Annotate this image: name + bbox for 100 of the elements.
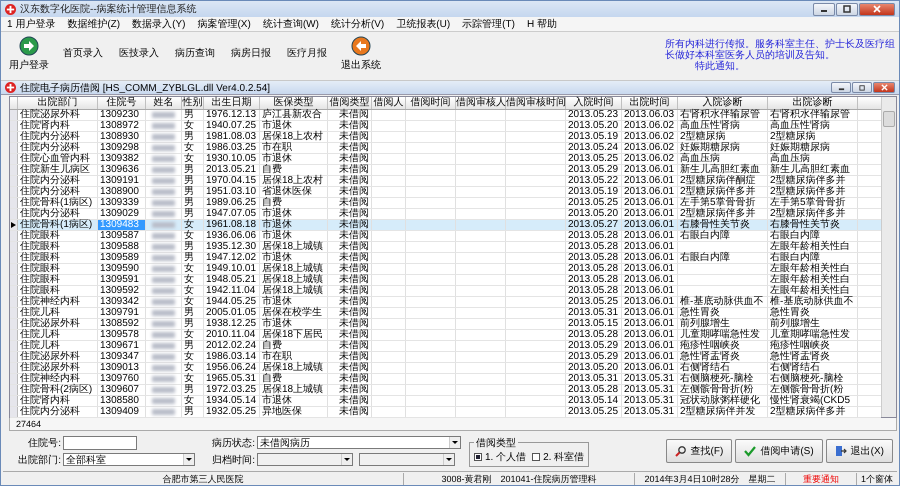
checkbox-option[interactable]: 1. 个人借: [474, 450, 526, 464]
menu-item[interactable]: 数据录入(Y): [132, 17, 186, 31]
login-button[interactable]: 用户登录: [5, 36, 53, 72]
table-row[interactable]: 住院泌尿外科 1309230 男 1976.12.13 庐江县新农合 未借阅 2013.05.23 2013.06.03 右肾积水伴输尿管 右肾积水伴输尿管: [10, 110, 881, 121]
table-cell: 1309578: [98, 330, 146, 340]
table-row[interactable]: 住院眼科 1309588 男 1935.12.30 居保18上城镇 未借阅 2013.05.28 2013.06.01 左眼年龄相关性白: [10, 242, 881, 253]
table-cell: 居保18上城镇: [260, 286, 328, 296]
menu-item[interactable]: H 帮助: [526, 17, 557, 31]
table-cell: 住院内分泌科: [18, 143, 98, 153]
close-button[interactable]: [859, 2, 895, 16]
date-dropdown[interactable]: [257, 453, 353, 466]
column-header[interactable]: 出院时间: [622, 97, 678, 109]
table-row[interactable]: 住院泌尿外科 1309013 女 1956.06.24 居保18上城镇 未借阅 2013.05.20 2013.06.01 右侧肾结石 右侧肾结石: [10, 363, 881, 374]
table-row[interactable]: 住院儿科 1309578 女 2010.11.04 居保18下居民 未借阅 2013.05.28 2013.06.01 儿童期哮喘急性发 儿童期哮喘急性发: [10, 330, 881, 341]
table-cell: 2012.02.24: [204, 341, 260, 351]
status-dropdown[interactable]: 未借阅病历: [257, 436, 461, 449]
checkbox[interactable]: [532, 452, 540, 460]
table-row[interactable]: 住院神经内科 1309342 女 1944.05.25 市退休 未借阅 2013.05.25 2013.06.01 椎-基底动脉供血不 椎-基底动脉供血不: [10, 297, 881, 308]
table-row[interactable]: 住院眼科 1309587 女 1936.06.06 市退休 未借阅 2013.05.28 2013.06.01 右眼白内障 右眼白内障: [10, 231, 881, 242]
table-cell: 市退休: [260, 121, 328, 131]
toolbar-button[interactable]: 医技录入: [113, 46, 165, 60]
table-row[interactable]: 住院眼科 1309589 男 1947.12.02 市退休 未借阅 2013.05.28 2013.06.01 右眼白内障 右眼白内障: [10, 253, 881, 264]
search-button[interactable]: 查找(F): [666, 439, 732, 463]
table-row[interactable]: 住院骨科(1病区) 1309339 男 1989.06.25 自费 未借阅 2013.05.25 2013.06.01 左手第5掌骨骨折 左手第5掌骨骨折: [10, 198, 881, 209]
table-cell: 住院骨科(1病区): [18, 198, 98, 208]
table-row[interactable]: 住院骨科(1病区) 1309483 女 1961.08.18 市退休 未借阅 2013.05.27 2013.06.01 右膝骨性关节炎 右膝骨性关节炎: [10, 220, 881, 231]
toolbar-button[interactable]: 医疗月报: [281, 46, 333, 60]
column-header[interactable]: 出生日期: [204, 97, 260, 109]
table-cell: 女: [182, 275, 204, 285]
table-cell: 2013.06.01: [622, 352, 678, 362]
table-row[interactable]: 住院儿科 1309791 男 2005.01.05 居保在校学生 未借阅 2013.05.31 2013.06.01 急性胃炎 急性胃炎: [10, 308, 881, 319]
menu-item[interactable]: 示踪管理(T): [462, 17, 515, 31]
table-row[interactable]: 住院儿科 1309671 男 2012.02.24 自费 未借阅 2013.05.29 2013.06.01 疱疹性咽峡炎 疱疹性咽峡炎: [10, 341, 881, 352]
date-dropdown[interactable]: [359, 453, 455, 466]
column-header[interactable]: 借阅审核人: [456, 97, 506, 109]
table-row[interactable]: 住院眼科 1309592 女 1942.11.04 居保18上城镇 未借阅 2013.05.28 2013.06.01 左眼年龄相关性白: [10, 286, 881, 297]
blurred-name: [152, 409, 175, 415]
table-row[interactable]: 住院肾内科 1308972 女 1940.07.25 市退休 未借阅 2013.05.20 2013.06.02 高血压性肾病 高血压性肾病: [10, 121, 881, 132]
close-button[interactable]: [873, 82, 895, 93]
department-dropdown[interactable]: 全部科室: [63, 453, 195, 466]
table-cell: 2型糖尿病: [768, 132, 858, 142]
vertical-scrollbar[interactable]: [881, 97, 896, 417]
table-row[interactable]: 住院骨科(2病区) 1309607 男 1972.03.25 居保18上城镇 未借阅 2013.05.28 2013.05.31 左侧髌骨骨折(粉 左侧髌骨骨折(粉: [10, 385, 881, 396]
table-row[interactable]: 住院眼科 1309590 女 1949.10.01 居保18上城镇 未借阅 2013.05.28 2013.06.01 左眼年龄相关性白: [10, 264, 881, 275]
column-header[interactable]: 性别: [182, 97, 204, 109]
checkbox-option[interactable]: 2. 科室借: [532, 450, 584, 464]
table-row[interactable]: 住院内分泌科 1309298 女 1986.03.25 市在职 未借阅 2013.05.24 2013.06.02 妊娠期糖尿病 妊娠期糖尿病: [10, 143, 881, 154]
column-header[interactable]: 出院部门: [18, 97, 98, 109]
menu-item[interactable]: 数据维护(Z): [67, 17, 120, 31]
table-cell: 未借阅: [328, 352, 372, 362]
menu-item[interactable]: 病案管理(X): [197, 17, 251, 31]
minimize-button[interactable]: [813, 2, 835, 16]
menu-item[interactable]: 卫统报表(U): [396, 17, 450, 31]
column-header[interactable]: 借阅审核时间: [506, 97, 566, 109]
checkbox[interactable]: [474, 452, 482, 460]
table-cell: 2013.06.02: [622, 143, 678, 153]
exit-button[interactable]: 退出(X): [826, 439, 893, 463]
table-cell: 2型糖尿病伴多并: [678, 187, 768, 197]
maximize-button[interactable]: [836, 2, 858, 16]
table-row[interactable]: 住院眼科 1309591 女 1948.05.21 居保18上城镇 未借阅 2013.05.28 2013.06.01 左眼年龄相关性白: [10, 275, 881, 286]
toolbar-button[interactable]: 首页录入: [57, 46, 109, 60]
toolbar-button[interactable]: 病历查询: [169, 46, 221, 60]
table-row[interactable]: 住院神经内科 1309760 女 1965.05.31 自费 未借阅 2013.05.31 2013.05.31 右侧脑梗死-脑栓 右侧脑梗死-脑栓: [10, 374, 881, 385]
table-row[interactable]: 住院新生儿病区 1309636 男 2013.05.21 自费 未借阅 2013.05.29 2013.06.01 新生儿高胆红素血 新生儿高胆红素血: [10, 165, 881, 176]
toolbar-button[interactable]: 病房日报: [225, 46, 277, 60]
table-cell: 1309347: [98, 352, 146, 362]
table-cell: 居保18上农村: [260, 176, 328, 186]
table-cell: 住院眼科: [18, 275, 98, 285]
table-cell: 2013.05.31: [622, 396, 678, 406]
menu-item[interactable]: 统计查询(W): [262, 17, 319, 31]
table-row[interactable]: 住院泌尿外科 1308592 男 1938.12.25 市退休 未借阅 2013.05.15 2013.06.01 前列腺增生 前列腺增生: [10, 319, 881, 330]
menu-item[interactable]: 统计分析(V): [330, 17, 384, 31]
column-header[interactable]: 借阅人: [372, 97, 406, 109]
table-row[interactable]: 住院泌尿外科 1309347 女 1986.03.14 市在职 未借阅 2013.05.29 2013.06.01 急性肾盂肾炎 急性肾盂肾炎: [10, 352, 881, 363]
table-row[interactable]: 住院肾内科 1308580 女 1934.05.14 市退休 未借阅 2013.05.14 2013.05.31 冠状动脉粥样硬化 慢性肾衰竭(CKD5: [10, 396, 881, 407]
table-cell: 2013.05.28: [566, 330, 622, 340]
minimize-button[interactable]: [831, 82, 851, 93]
table-row[interactable]: 住院内分泌科 1308900 男 1951.03.10 省退休医保 未借阅 2013.05.19 2013.06.01 2型糖尿病伴多并 2型糖尿病伴多并: [10, 187, 881, 198]
table-cell: 高血压性肾病: [768, 121, 858, 131]
column-header[interactable]: 借阅时间: [406, 97, 456, 109]
table-cell: 未借阅: [328, 154, 372, 164]
column-header[interactable]: 入院诊断: [678, 97, 768, 109]
table-cell: 1956.06.24: [204, 363, 260, 373]
apply-button[interactable]: 借阅申请(S): [735, 439, 823, 463]
column-header[interactable]: 入院时间: [566, 97, 622, 109]
column-header[interactable]: 医保类型: [260, 97, 328, 109]
table-row[interactable]: 住院内分泌科 1309191 男 1970.04.15 居保18上农村 未借阅 2013.05.22 2013.06.01 2型糖尿病伴酮症 2型糖尿病伴多并: [10, 176, 881, 187]
exit-button[interactable]: 退出系统: [337, 36, 385, 72]
table-cell: 1308930: [98, 132, 146, 142]
column-header[interactable]: 姓名: [146, 97, 182, 109]
inpatient-number-field[interactable]: [63, 436, 137, 450]
table-row[interactable]: 住院心血管内科 1309382 女 1930.10.05 市退休 未借阅 2013.05.25 2013.06.02 高血压病 高血压病: [10, 154, 881, 165]
column-header[interactable]: 出院诊断: [768, 97, 858, 109]
menu-item[interactable]: 1 用户登录: [7, 17, 56, 31]
table-cell: 2013.05.28: [566, 253, 622, 263]
table-row[interactable]: 住院内分泌科 1308930 男 1981.08.03 居保18上农村 未借阅 2013.05.19 2013.06.02 2型糖尿病 2型糖尿病: [10, 132, 881, 143]
column-header[interactable]: 住院号: [98, 97, 146, 109]
column-header[interactable]: 借阅类型: [328, 97, 372, 109]
restore-button[interactable]: [852, 82, 872, 93]
table-cell: 未借阅: [328, 275, 372, 285]
